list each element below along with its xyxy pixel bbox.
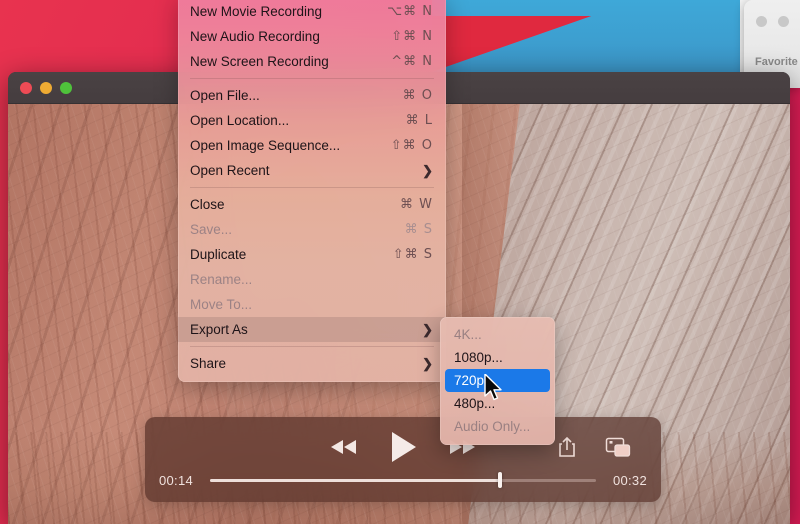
menu-item-label: Rename... [190, 272, 253, 287]
menu-item-shortcut: ⇧⌘ N [391, 29, 433, 44]
export-as-submenu[interactable]: 4K... 1080p... 720p... 480p... Audio Only... [440, 317, 555, 445]
menu-item-open-location[interactable]: Open Location... ⌘ L [178, 108, 446, 133]
menu-separator [190, 187, 434, 188]
timeline-row[interactable]: 00:14 00:32 [145, 467, 661, 493]
menu-item-save: Save... ⌘ S [178, 217, 446, 242]
submenu-item-1080p[interactable]: 1080p... [445, 346, 550, 369]
menu-item-shortcut: ⇧⌘ O [390, 138, 433, 153]
submenu-item-480p[interactable]: 480p... [445, 392, 550, 415]
menu-separator [190, 346, 434, 347]
finder-sidebar-header: Favorite [755, 56, 798, 68]
total-time-label: 00:32 [612, 472, 647, 488]
playback-controls[interactable]: 00:14 00:32 [145, 417, 661, 502]
finder-close-button[interactable] [756, 16, 767, 27]
file-menu[interactable]: New Movie Recording ⌥⌘ N New Audio Recordi… [178, 0, 446, 382]
scrubber-handle[interactable] [497, 472, 502, 488]
menu-item-label: Save... [190, 222, 233, 237]
scrubber-fill [210, 478, 500, 482]
menu-item-label: New Audio Recording [190, 29, 320, 44]
menu-item-shortcut: ⌘ W [400, 197, 433, 212]
menu-item-label: Open Recent [190, 163, 270, 178]
menu-item-export-as[interactable]: Export As ❯ [178, 317, 446, 342]
menu-item-shortcut: ⇧⌘ S [392, 247, 433, 262]
share-button[interactable] [557, 435, 577, 459]
menu-item-label: New Movie Recording [190, 4, 323, 19]
picture-in-picture-icon [605, 437, 631, 457]
submenu-item-720p[interactable]: 720p... [445, 369, 550, 392]
transport-buttons[interactable] [145, 425, 661, 469]
submenu-item-audio-only: Audio Only... [454, 419, 531, 434]
menu-separator [190, 78, 434, 79]
wallpaper-red-diagonal [432, 16, 592, 72]
menu-item-shortcut: ⌘ O [402, 88, 433, 103]
menu-item-shortcut: ^⌘ N [391, 54, 433, 69]
share-icon [559, 436, 575, 457]
menu-item-open-recent[interactable]: Open Recent ❯ [178, 158, 446, 183]
chevron-right-icon: ❯ [422, 321, 433, 337]
menu-item-label: Share [190, 356, 227, 371]
menu-item-share[interactable]: Share ❯ [178, 351, 446, 376]
finder-minimize-button[interactable] [778, 16, 789, 27]
menu-item-label: Close [190, 197, 225, 212]
scrubber[interactable] [210, 472, 596, 488]
menu-item-shortcut: ⌘ S [404, 222, 433, 237]
menu-item-shortcut: ⌘ L [405, 113, 433, 128]
menu-item-move-to: Move To... [178, 292, 446, 317]
menu-item-label: New Screen Recording [190, 54, 329, 69]
menu-item-open-image-sequence[interactable]: Open Image Sequence... ⇧⌘ O [178, 133, 446, 158]
menu-item-label: Move To... [190, 297, 253, 312]
menu-item-label: Open Image Sequence... [190, 138, 341, 153]
menu-item-label: Open File... [190, 88, 260, 103]
menu-item-rename: Rename... [178, 267, 446, 292]
menu-item-label: Export As [190, 322, 248, 337]
menu-item-label: Open Location... [190, 113, 290, 128]
menu-item-new-audio-recording[interactable]: New Audio Recording ⇧⌘ N [178, 24, 446, 49]
submenu-item-4k: 4K... [454, 327, 482, 342]
finder-traffic-lights[interactable] [756, 16, 789, 27]
rewind-button[interactable] [328, 437, 360, 457]
play-button[interactable] [386, 429, 420, 465]
menu-item-label: Duplicate [190, 247, 247, 262]
menu-item-close[interactable]: Close ⌘ W [178, 192, 446, 217]
menu-item-duplicate[interactable]: Duplicate ⇧⌘ S [178, 242, 446, 267]
menu-item-shortcut: ⌥⌘ N [387, 4, 433, 19]
play-icon [392, 432, 416, 462]
chevron-right-icon: ❯ [422, 162, 433, 178]
menu-item-new-movie-recording[interactable]: New Movie Recording ⌥⌘ N [178, 0, 446, 24]
picture-in-picture-button[interactable] [605, 436, 631, 458]
menu-item-open-file[interactable]: Open File... ⌘ O [178, 83, 446, 108]
rewind-icon [331, 440, 356, 454]
current-time-label: 00:14 [159, 472, 194, 488]
menu-item-new-screen-recording[interactable]: New Screen Recording ^⌘ N [178, 49, 446, 74]
chevron-right-icon: ❯ [422, 355, 433, 371]
